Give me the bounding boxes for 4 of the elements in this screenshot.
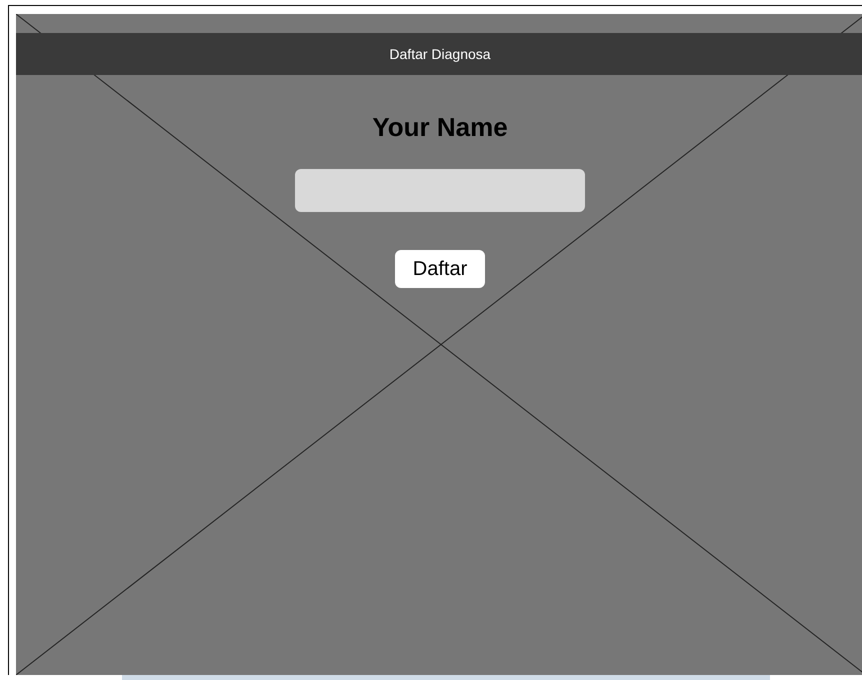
header-title: Daftar Diagnosa — [389, 44, 492, 64]
register-button[interactable]: Daftar — [395, 250, 485, 288]
form-heading: Your Name — [372, 111, 508, 143]
name-input-field[interactable] — [295, 169, 585, 212]
